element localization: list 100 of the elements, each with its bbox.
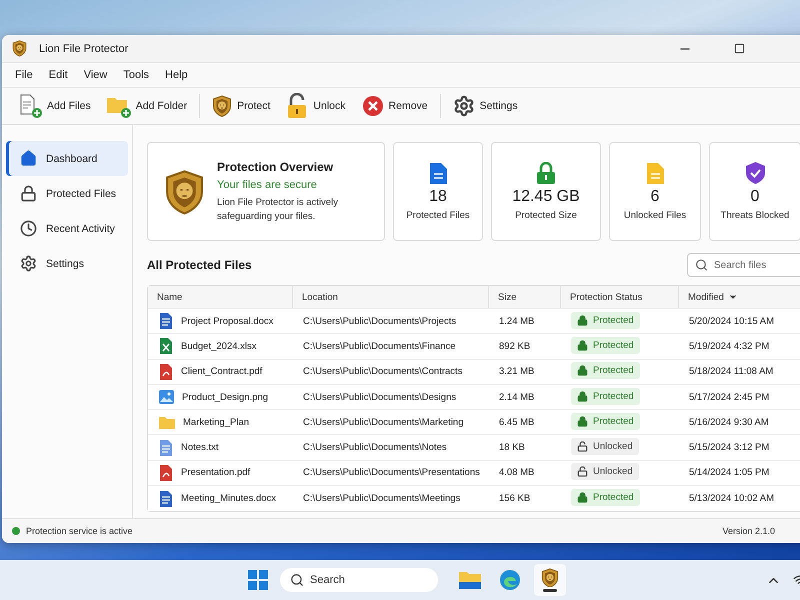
sidebar-item[interactable]: Protected Files <box>6 176 128 211</box>
table-cell-text: 5/14/2024 1:05 PM <box>688 467 770 478</box>
taskbar-app[interactable] <box>534 564 566 596</box>
folder-icon <box>459 571 481 589</box>
document-icon <box>159 490 173 507</box>
table-cell-text: 892 KB <box>498 340 532 352</box>
add-file-icon <box>18 94 42 118</box>
table-row[interactable]: Notes.txt C:\Users\Public\Documents\Notes 18 KB Unlocked 5/15/2024 3:12 PM <box>148 435 800 461</box>
column-header[interactable]: Protection Status <box>560 286 678 308</box>
document-icon <box>159 313 173 330</box>
menu-item[interactable]: View <box>76 69 116 81</box>
table-row[interactable]: Project Proposal.docx C:\Users\Public\Documents\Projects 1.24 MB Protected 5/20/2024 10:15 AM <box>148 309 800 334</box>
table-cell-text: 2.14 MB <box>498 392 536 403</box>
table-cell-text: C:\Users\Public\Documents\Presentations <box>302 467 481 478</box>
home-icon <box>20 150 37 167</box>
table-row[interactable]: Marketing_Plan C:\Users\Public\Documents\Marketing 6.45 MB Protected 5/16/2024 9:30 AM <box>148 410 800 436</box>
file-name: Presentation.pdf <box>181 467 250 478</box>
status-badge: Protected <box>571 336 640 354</box>
menu-item[interactable]: Help <box>157 69 196 81</box>
clock-icon <box>20 220 37 237</box>
menu-item[interactable]: File <box>7 69 41 81</box>
table-row[interactable]: Client_Contract.pdf C:\Users\Public\Documents\Contracts 3.21 MB Protected 5/18/2024 11:08 AM <box>148 360 800 385</box>
stat-value: 6 <box>650 188 660 206</box>
status-text: Protection service is active <box>26 526 133 536</box>
spreadsheet-icon <box>159 338 173 354</box>
table-cell-text: 18 KB <box>498 442 526 454</box>
image-icon <box>159 390 174 404</box>
version-text: Version 2.1.0 <box>722 526 775 536</box>
table-cell-text: 1.24 MB <box>498 316 536 327</box>
status-badge: Protected <box>571 412 640 430</box>
pdf-icon <box>159 364 173 380</box>
toolbar-button[interactable]: Remove <box>356 90 434 122</box>
stat-label: Protected Size <box>515 210 577 221</box>
column-header[interactable]: Location <box>292 286 488 308</box>
card-title: Protection Overview <box>217 160 334 174</box>
toolbar-button[interactable]: Protect <box>206 90 276 122</box>
file-name: Product_Design.png <box>182 392 268 403</box>
table-cell-text: C:\Users\Public\Documents\Contracts <box>302 366 464 378</box>
toolbar-button[interactable]: Add Folder <box>100 90 194 122</box>
stat-label: Unlocked Files <box>624 210 686 220</box>
settings-icon <box>20 255 37 272</box>
table-cell-text: C:\Users\Public\Documents\Finance <box>302 340 457 352</box>
shield-icon <box>541 568 559 588</box>
status-badge: Unlocked <box>571 438 639 456</box>
browser-icon <box>500 570 520 590</box>
padlock-icon <box>537 162 555 184</box>
column-header[interactable]: Size <box>488 286 560 308</box>
maximize-icon[interactable] <box>734 43 744 54</box>
menu-item[interactable]: Tools <box>115 69 158 81</box>
folder-icon <box>159 416 175 429</box>
table-cell-text: C:\Users\Public\Documents\Meetings <box>302 493 462 504</box>
file-name: Notes.txt <box>181 442 218 454</box>
search-field[interactable]: Search files <box>687 253 800 277</box>
toolbar-button[interactable]: Unlock <box>280 90 352 122</box>
file-name: Budget_2024.xlsx <box>181 340 257 352</box>
settings-icon <box>452 95 475 117</box>
search-icon <box>290 573 304 587</box>
file-name: Client_Contract.pdf <box>181 366 262 378</box>
table-cell-text: 156 KB <box>498 493 532 504</box>
stat-label: Threats Blocked <box>720 210 790 221</box>
stat-value: 0 <box>750 188 760 206</box>
table-row[interactable]: Budget_2024.xlsx C:\Users\Public\Documents\Finance 892 KB Protected 5/19/2024 4:32 PM <box>148 334 800 360</box>
open-padlock-icon <box>286 93 308 119</box>
shield-icon <box>212 95 232 117</box>
remove-icon <box>362 95 384 117</box>
status-badge: Protected <box>571 312 640 329</box>
text-file-icon <box>159 440 173 456</box>
sidebar-item[interactable]: Dashboard <box>6 141 128 176</box>
menu-item[interactable]: Edit <box>40 69 76 81</box>
lock-icon <box>20 185 37 202</box>
status-badge: Protected <box>571 362 640 380</box>
table-cell-text: C:\Users\Public\Documents\Projects <box>302 316 458 327</box>
table-cell-text: C:\Users\Public\Documents\Marketing <box>302 416 464 428</box>
table-cell-text: 5/15/2024 3:12 PM <box>688 442 770 454</box>
table-cell-text: 5/18/2024 11:08 AM <box>688 366 774 378</box>
stat-label: Protected Files <box>406 210 470 220</box>
table-row[interactable]: Presentation.pdf C:\Users\Public\Documents\Presentations 4.08 MB Unlocked 5/14/2024 1:05 PM <box>148 460 800 486</box>
document-icon <box>430 162 446 184</box>
start-icon[interactable] <box>248 570 268 590</box>
toolbar-button[interactable]: Settings <box>446 90 524 122</box>
status-badge: Unlocked <box>571 463 639 480</box>
shield-check-icon <box>746 162 764 184</box>
file-name: Meeting_Minutes.docx <box>181 493 276 504</box>
table-cell-text: 5/20/2024 10:15 AM <box>688 316 776 327</box>
toolbar-button[interactable]: Add Files <box>12 90 97 122</box>
table-cell-text: 6.45 MB <box>498 416 536 428</box>
column-header[interactable]: Modified <box>678 286 800 308</box>
sidebar-item[interactable]: Recent Activity <box>6 211 128 246</box>
window-title: Lion File Protector <box>39 42 130 54</box>
table-cell-text: 3.21 MB <box>498 366 536 378</box>
table-cell-text: 5/17/2024 2:45 PM <box>688 392 770 403</box>
document-icon <box>646 162 664 184</box>
column-header[interactable]: Name <box>148 286 292 308</box>
description-text: Lion File Protector is actively safeguarding your files. <box>217 196 339 223</box>
sidebar-item[interactable]: Settings <box>6 246 128 281</box>
status-badge: Protected <box>571 489 640 506</box>
table-cell-text: 5/16/2024 9:30 AM <box>688 416 770 428</box>
section-title: All Protected Files <box>147 258 252 272</box>
app-logo-icon <box>12 40 27 57</box>
taskbar-search-field[interactable]: Search <box>280 568 438 592</box>
